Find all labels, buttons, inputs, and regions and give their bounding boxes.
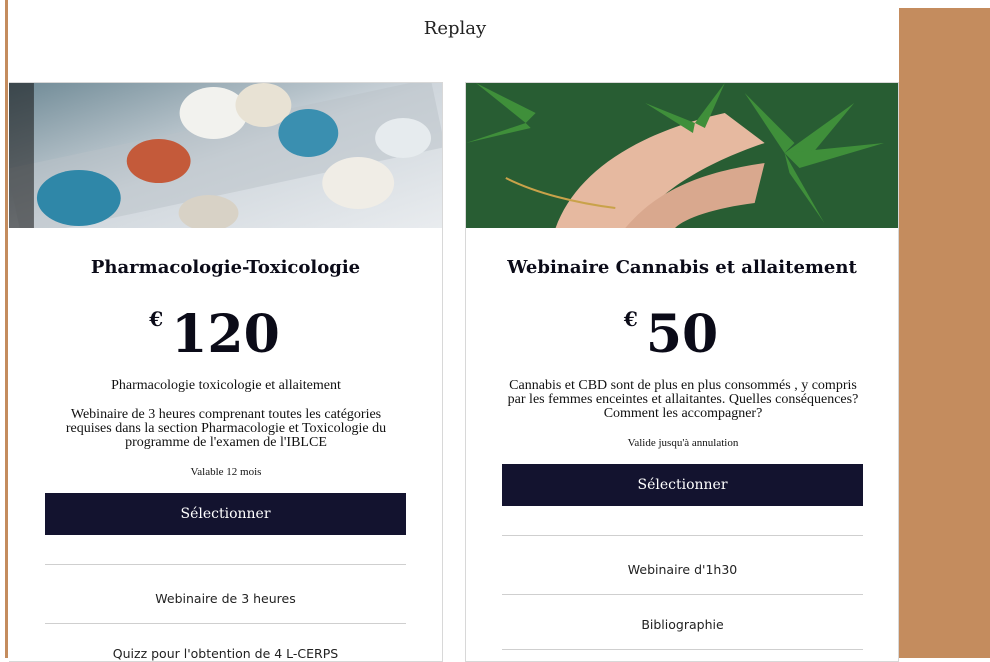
plan-card-cannabis: Webinaire Cannabis et allaitement € 50 C… bbox=[465, 82, 899, 662]
plan-title: Pharmacologie-Toxicologie bbox=[90, 257, 361, 278]
select-button[interactable]: Sélectionner bbox=[502, 464, 863, 506]
plan-price: € 50 bbox=[466, 305, 898, 365]
feature-item: Webinaire de 3 heures bbox=[155, 591, 296, 606]
plan-validity: Valable 12 mois bbox=[190, 466, 262, 478]
currency-symbol: € bbox=[623, 307, 638, 331]
plan-title: Webinaire Cannabis et allaitement bbox=[507, 257, 857, 278]
plan-subtitle: Pharmacologie toxicologie et allaitement bbox=[111, 378, 341, 393]
price-amount: 120 bbox=[171, 304, 280, 365]
feature-divider bbox=[45, 623, 406, 624]
plan-validity: Valide jusqu'à annulation bbox=[627, 437, 739, 449]
plan-price: € 120 bbox=[9, 305, 442, 365]
price-amount: 50 bbox=[645, 304, 719, 365]
feature-item: Bibliographie bbox=[641, 617, 724, 632]
right-accent-panel bbox=[899, 8, 990, 658]
plan-description: Cannabis et CBD sont de plus en plus con… bbox=[507, 378, 859, 421]
feature-divider bbox=[502, 535, 863, 536]
left-accent-rule bbox=[5, 0, 8, 658]
plan-image-pills bbox=[9, 83, 442, 228]
plan-image-cannabis bbox=[466, 83, 898, 228]
plan-card-pharmacologie: Pharmacologie-Toxicologie € 120 Pharmaco… bbox=[9, 82, 443, 662]
currency-symbol: € bbox=[149, 307, 164, 331]
select-button[interactable]: Sélectionner bbox=[45, 493, 406, 535]
feature-item: Quizz pour l'obtention de 4 L-CERPS bbox=[112, 646, 339, 661]
feature-divider bbox=[502, 649, 863, 650]
plan-description: Webinaire de 3 heures comprenant toutes … bbox=[65, 407, 387, 450]
feature-item: Webinaire d'1h30 bbox=[627, 562, 738, 577]
feature-divider bbox=[45, 564, 406, 565]
feature-divider bbox=[502, 594, 863, 595]
page-title: Replay bbox=[423, 18, 487, 39]
